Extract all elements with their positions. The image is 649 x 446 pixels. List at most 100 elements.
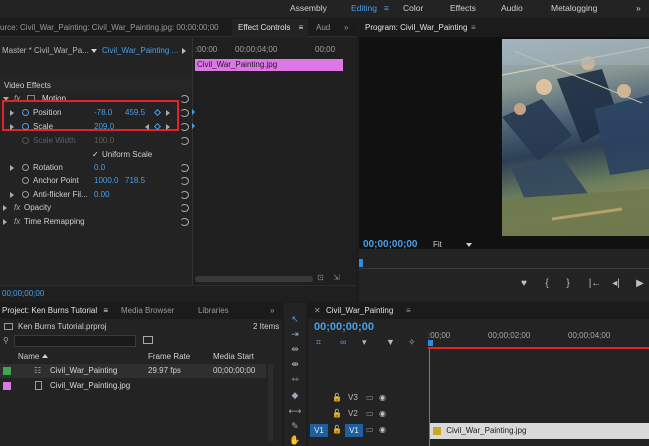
program-viewer[interactable]: [359, 37, 649, 249]
reset-scale-width-icon[interactable]: [180, 137, 189, 145]
column-frame-rate[interactable]: Frame Rate: [148, 352, 190, 361]
ec-clip-bar[interactable]: Civil_War_Painting.jpg: [195, 59, 343, 71]
stopwatch-anchor-icon[interactable]: [22, 177, 29, 184]
expand-opacity-icon[interactable]: [3, 205, 7, 211]
add-keyframe-scale-icon[interactable]: [153, 122, 162, 131]
selection-tool-icon[interactable]: ↖: [288, 313, 302, 325]
mark-in-icon[interactable]: {: [540, 277, 554, 291]
play-icon[interactable]: ▶: [633, 277, 647, 291]
next-keyframe-position-icon[interactable]: [166, 110, 170, 116]
tab-libraries[interactable]: Libraries: [198, 303, 229, 319]
reset-rotation-icon[interactable]: [180, 164, 189, 172]
stopwatch-rotation-icon[interactable]: [22, 164, 29, 171]
workspace-audio[interactable]: Audio: [501, 0, 523, 17]
add-keyframe-position-icon[interactable]: [153, 108, 162, 117]
position-x-value[interactable]: -78.0: [94, 106, 112, 119]
expand-antiflicker-icon[interactable]: [10, 192, 14, 198]
snap-icon[interactable]: ⌗: [316, 337, 321, 348]
position-row[interactable]: Position -78.0 459.5: [0, 106, 192, 119]
mark-out-icon[interactable]: }: [561, 277, 575, 291]
playhead-marker[interactable]: [428, 340, 433, 346]
expand-position-icon[interactable]: [10, 110, 14, 116]
source-patch[interactable]: V1: [310, 424, 328, 437]
track-v3[interactable]: 🔓 V3 ▭ ◉: [308, 391, 426, 405]
workspace-metalogging[interactable]: Metalogging: [551, 0, 597, 17]
eye-icon[interactable]: ◉: [379, 409, 386, 418]
stopwatch-antiflicker-icon[interactable]: [22, 191, 29, 198]
project-row-sequence[interactable]: ☷ Civil_War_Painting 29.97 fps 00;00;00;…: [0, 364, 266, 378]
position-y-value[interactable]: 459.5: [125, 106, 150, 119]
expand-scale-icon[interactable]: [10, 124, 14, 130]
label-color-swatch[interactable]: [3, 382, 11, 390]
sync-lock-icon[interactable]: ▭: [366, 409, 374, 418]
timeline-clip[interactable]: Civil_War_Painting.jpg: [430, 423, 649, 439]
clip-dropdown-icon[interactable]: [91, 49, 97, 53]
close-tab-icon[interactable]: ✕: [314, 303, 321, 319]
ripple-edit-tool-icon[interactable]: ⇹: [288, 343, 302, 355]
reset-opacity-icon[interactable]: [180, 204, 189, 212]
track-label[interactable]: V1: [345, 424, 363, 437]
track-v1[interactable]: V1 🔓 V1 ▭ ◉: [308, 423, 426, 439]
ec-current-time[interactable]: 00;00;00;00: [2, 289, 44, 298]
scale-row[interactable]: Scale 209.0: [0, 120, 192, 133]
lock-icon[interactable]: 🔓: [332, 425, 342, 434]
keyframe-marker-icon[interactable]: [192, 109, 195, 115]
tab-effect-controls[interactable]: Effect Controls ≡: [232, 19, 308, 37]
program-scrubber[interactable]: [359, 257, 649, 269]
timeline-timecode[interactable]: 00;00;00;00: [314, 321, 374, 333]
linked-selection-icon[interactable]: ∞: [340, 337, 346, 347]
add-marker-icon[interactable]: ▾: [362, 337, 367, 348]
wrench-icon[interactable]: ✧: [408, 337, 416, 348]
track-v2[interactable]: 🔓 V2 ▭ ◉: [308, 407, 426, 421]
opacity-row[interactable]: fx Opacity: [0, 201, 192, 214]
add-marker-icon[interactable]: ♥: [517, 277, 531, 291]
prev-keyframe-scale-icon[interactable]: [145, 124, 149, 130]
zoom-icon[interactable]: ⊡: [317, 273, 324, 282]
next-keyframe-scale-icon[interactable]: [166, 124, 170, 130]
reset-position-icon[interactable]: [180, 109, 189, 117]
play-clip-icon[interactable]: [182, 48, 186, 54]
program-timecode[interactable]: 00;00;00;00: [363, 239, 417, 250]
tab-audio[interactable]: Aud: [316, 19, 330, 37]
tab-media-browser[interactable]: Media Browser: [121, 303, 174, 319]
uniform-scale-checkbox[interactable]: ✓: [92, 148, 99, 161]
go-to-in-icon[interactable]: |←: [588, 277, 602, 291]
stopwatch-scale-icon[interactable]: [22, 123, 29, 130]
reset-anchor-icon[interactable]: [180, 177, 189, 185]
export-icon[interactable]: ⇲: [333, 273, 340, 282]
new-bin-icon[interactable]: [143, 336, 153, 344]
rolling-edit-tool-icon[interactable]: ⇼: [288, 358, 302, 370]
scale-value[interactable]: 209.0: [94, 120, 114, 133]
track-label[interactable]: V3: [348, 393, 358, 402]
lock-icon[interactable]: 🔓: [332, 409, 342, 418]
program-playhead[interactable]: [359, 259, 363, 267]
project-row-image[interactable]: Civil_War_Painting.jpg: [0, 379, 266, 393]
label-color-swatch[interactable]: [3, 367, 11, 375]
reset-motion-icon[interactable]: [180, 95, 189, 103]
stopwatch-position-icon[interactable]: [22, 109, 29, 116]
more-workspaces-icon[interactable]: »: [636, 0, 641, 17]
program-menu-icon[interactable]: ≡: [471, 19, 476, 37]
workspace-editing[interactable]: Editing: [351, 0, 377, 17]
step-back-icon[interactable]: ◂|: [609, 277, 623, 291]
razor-tool-icon[interactable]: ◆: [288, 389, 302, 401]
project-search-input[interactable]: [14, 335, 136, 347]
expand-rotation-icon[interactable]: [10, 165, 14, 171]
project-scrollbar[interactable]: [268, 364, 273, 442]
more-tabs-icon[interactable]: »: [270, 303, 274, 319]
tab-project[interactable]: Project: Ken Burns Tutorial ≡: [2, 303, 108, 319]
workspace-effects[interactable]: Effects: [450, 0, 476, 17]
fit-dropdown[interactable]: Fit: [433, 240, 473, 249]
sync-lock-icon[interactable]: ▭: [366, 393, 374, 402]
master-clip-label[interactable]: Master * Civil_War_Pa...: [2, 44, 89, 57]
tab-source[interactable]: urce: Civil_War_Painting: Civil_War_Pain…: [0, 19, 226, 37]
anchor-y-value[interactable]: 718.5: [125, 174, 145, 187]
hamburger-icon[interactable]: ≡: [384, 0, 389, 17]
column-media-start[interactable]: Media Start: [213, 352, 254, 361]
rotation-value[interactable]: 0.0: [94, 161, 105, 174]
uniform-scale-row[interactable]: ✓ Uniform Scale: [0, 148, 192, 161]
column-name[interactable]: Name: [18, 352, 39, 361]
time-remapping-row[interactable]: fx Time Remapping: [0, 215, 192, 228]
rotation-row[interactable]: Rotation 0.0: [0, 161, 192, 174]
slip-tool-icon[interactable]: ⟷: [288, 405, 302, 417]
